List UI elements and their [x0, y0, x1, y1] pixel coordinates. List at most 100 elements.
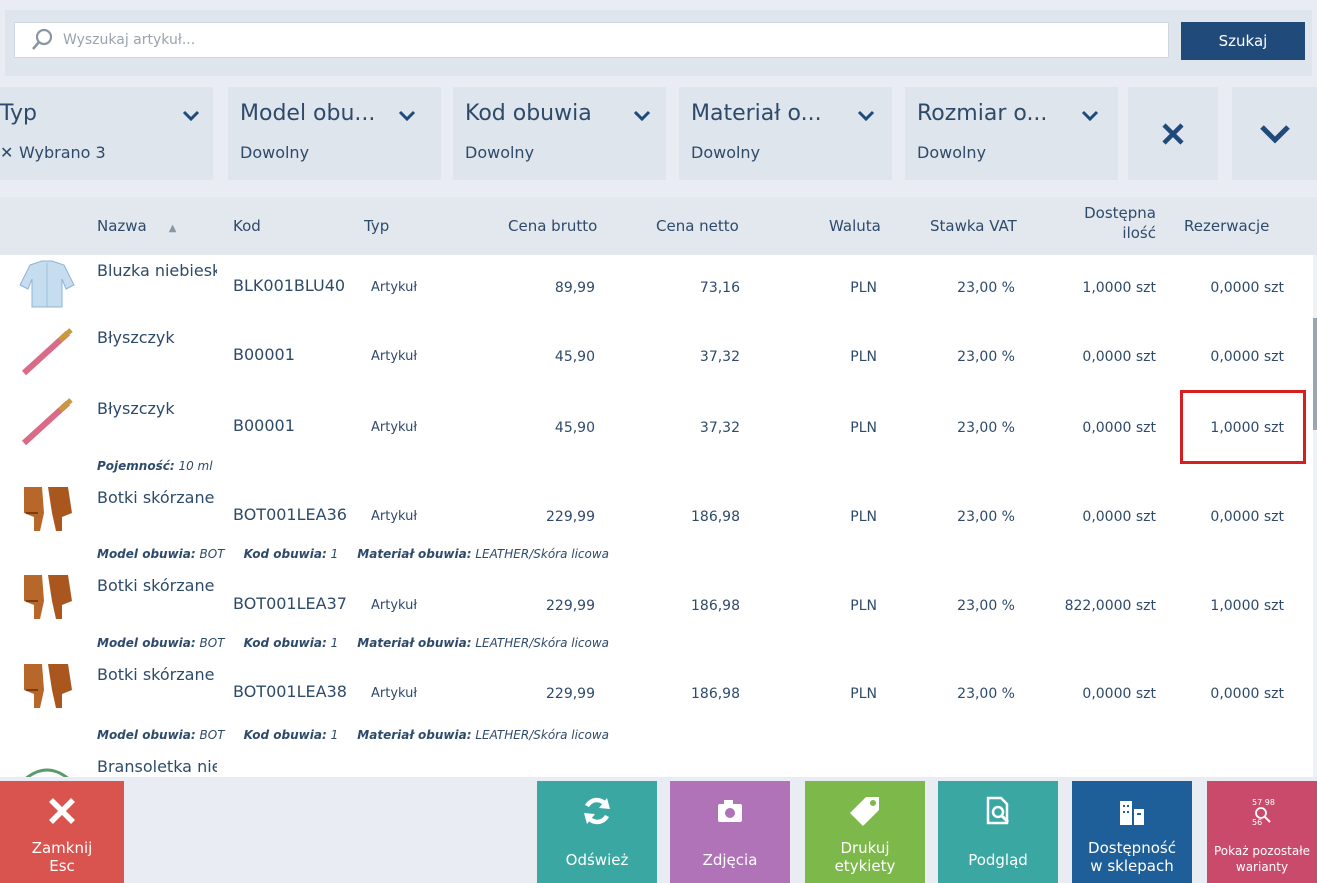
print-labels-button[interactable]: Drukuj etykiety: [805, 781, 925, 883]
show-other-variants-button[interactable]: 57 98 56 Pokaż pozostałe warianty: [1207, 781, 1317, 883]
highlight-box: [1180, 390, 1306, 464]
attr-label: Kod obuwia:: [243, 547, 327, 561]
attr-label: Kod obuwia:: [243, 728, 327, 742]
sort-ascending-icon: ▲: [168, 223, 177, 234]
refresh-icon: [537, 791, 657, 831]
attr-label: Model obuwia:: [97, 547, 196, 561]
table-row[interactable]: Błyszczyk B00001 Artykuł 45,90 37,32 PLN…: [0, 389, 1313, 480]
column-header-name[interactable]: Nazwa ▲: [97, 217, 176, 235]
variant-attributes: Model obuwia: BOT Kod obuwia: 1 Materiał…: [97, 728, 609, 742]
label-line: warianty: [1235, 860, 1289, 874]
filter-value: Dowolny: [240, 143, 310, 162]
attr-label: Materiał obuwia:: [357, 547, 472, 561]
button-label: Odśwież: [565, 851, 629, 869]
column-header-net-price[interactable]: Cena netto: [656, 217, 739, 235]
product-type: Artykuł: [371, 686, 418, 701]
column-header-gross-price[interactable]: Cena brutto: [508, 217, 597, 235]
table-row[interactable]: Botki skórzane BOT001LEA37 Artykuł 229,9…: [0, 567, 1313, 657]
close-button[interactable]: Zamknij Esc: [0, 781, 124, 883]
product-type: Artykuł: [371, 349, 418, 364]
filter-shoe-model[interactable]: Model obu... Dowolny: [228, 87, 441, 180]
button-label: Zdjęcia: [702, 851, 758, 869]
product-table: Bluzka niebieska BLK001BLU40 Artykuł 89,…: [0, 255, 1317, 777]
column-header-type[interactable]: Typ: [364, 217, 389, 235]
attr-value: 10 ml: [178, 459, 213, 473]
column-header-code[interactable]: Kod: [233, 217, 261, 235]
refresh-button[interactable]: Odśwież: [537, 781, 657, 883]
net-price: 186,98: [691, 598, 740, 614]
chevron-down-icon: [633, 110, 651, 122]
scrollbar-thumb[interactable]: [1313, 318, 1317, 430]
store-availability-button[interactable]: Dostępność w sklepach: [1072, 781, 1192, 883]
table-row[interactable]: Botki skórzane BOT001LEA38 Artykuł 229,9…: [0, 656, 1313, 749]
product-code: BOT001LEA36: [233, 505, 347, 524]
attr-value: BOT: [199, 728, 225, 742]
button-label: Podgląd: [968, 851, 1028, 869]
label-line: Dostępność: [1088, 839, 1176, 857]
product-name: Błyszczyk: [97, 328, 175, 347]
filter-value: Dowolny: [465, 143, 535, 162]
column-header-vat-rate[interactable]: Stawka VAT: [930, 217, 1017, 235]
search-field[interactable]: [14, 22, 1169, 58]
attr-value: LEATHER/Skóra licowa: [475, 636, 610, 650]
filter-shoe-size[interactable]: Rozmiar o... Dowolny: [905, 87, 1118, 180]
more-filters-button[interactable]: [1232, 87, 1317, 180]
column-header-reservations[interactable]: Rezerwacje: [1184, 217, 1269, 235]
available-qty: 0,0000 szt: [1082, 686, 1156, 702]
chevron-down-icon: [1259, 124, 1290, 144]
label-line: Drukuj: [840, 839, 890, 857]
filter-shoe-code[interactable]: Kod obuwia Dowolny: [453, 87, 666, 180]
product-name: Botki skórzane: [97, 665, 215, 684]
filter-value: Dowolny: [917, 143, 987, 162]
product-type: Artykuł: [371, 509, 418, 524]
filter-value: Dowolny: [691, 143, 761, 162]
filter-title: Typ: [0, 101, 37, 126]
size-variants-icon: 57 98 56: [1207, 791, 1317, 831]
product-thumbnail: [24, 575, 72, 619]
search-bar: Szukaj: [5, 10, 1312, 76]
table-row[interactable]: Bransoletka nie: [0, 748, 1313, 777]
attr-value: 1: [330, 636, 339, 650]
vat-rate: 23,00 %: [957, 349, 1015, 365]
search-input[interactable]: [61, 31, 1168, 49]
table-row[interactable]: Botki skórzane BOT001LEA36 Artykuł 229,9…: [0, 479, 1313, 568]
vat-rate: 23,00 %: [957, 420, 1015, 436]
attr-label: Materiał obuwia:: [357, 728, 472, 742]
filter-shoe-material[interactable]: Materiał o... Dowolny: [679, 87, 892, 180]
available-qty: 1,0000 szt: [1082, 280, 1156, 296]
product-thumbnail: [25, 768, 69, 777]
product-type: Artykuł: [371, 598, 418, 613]
column-header-currency[interactable]: Waluta: [829, 217, 881, 235]
column-label: Nazwa: [97, 217, 147, 235]
product-name: Bransoletka nie: [97, 757, 217, 776]
camera-icon: [670, 791, 790, 831]
search-button[interactable]: Szukaj: [1181, 22, 1305, 60]
vat-rate: 23,00 %: [957, 598, 1015, 614]
clear-selection-icon[interactable]: ✕: [0, 143, 19, 162]
table-header: Nazwa ▲ Kod Typ Cena brutto Cena netto Wa…: [0, 197, 1317, 255]
clear-filters-button[interactable]: [1128, 87, 1218, 180]
gross-price: 89,99: [554, 280, 595, 296]
attr-value: BOT: [199, 636, 225, 650]
reservations: 0,0000 szt: [1210, 349, 1284, 365]
table-row[interactable]: Błyszczyk B00001 Artykuł 45,90 37,32 PLN…: [0, 319, 1313, 390]
photos-button[interactable]: Zdjęcia: [670, 781, 790, 883]
filter-value-text: Wybrano 3: [18, 143, 106, 162]
gross-price: 229,99: [546, 598, 595, 614]
filter-title: Rozmiar o...: [917, 101, 1048, 126]
attr-label: Model obuwia:: [97, 636, 196, 650]
button-label: Dostępność w sklepach: [1072, 839, 1192, 875]
label-line: Esc: [49, 857, 75, 875]
gross-price: 45,90: [554, 349, 595, 365]
attr-value: LEATHER/Skóra licowa: [475, 547, 610, 561]
table-row[interactable]: Bluzka niebieska BLK001BLU40 Artykuł 89,…: [0, 255, 1313, 320]
column-header-available-qty[interactable]: Dostępna ilość: [1072, 203, 1156, 243]
label-line: Zamknij: [31, 839, 93, 857]
available-qty: 0,0000 szt: [1082, 420, 1156, 436]
currency: PLN: [850, 509, 877, 525]
button-label: Drukuj etykiety: [805, 839, 925, 875]
filter-type[interactable]: Typ ✕ Wybrano 3: [0, 87, 213, 180]
preview-button[interactable]: Podgląd: [938, 781, 1058, 883]
product-name: Botki skórzane: [97, 488, 215, 507]
reservations: 0,0000 szt: [1210, 686, 1284, 702]
